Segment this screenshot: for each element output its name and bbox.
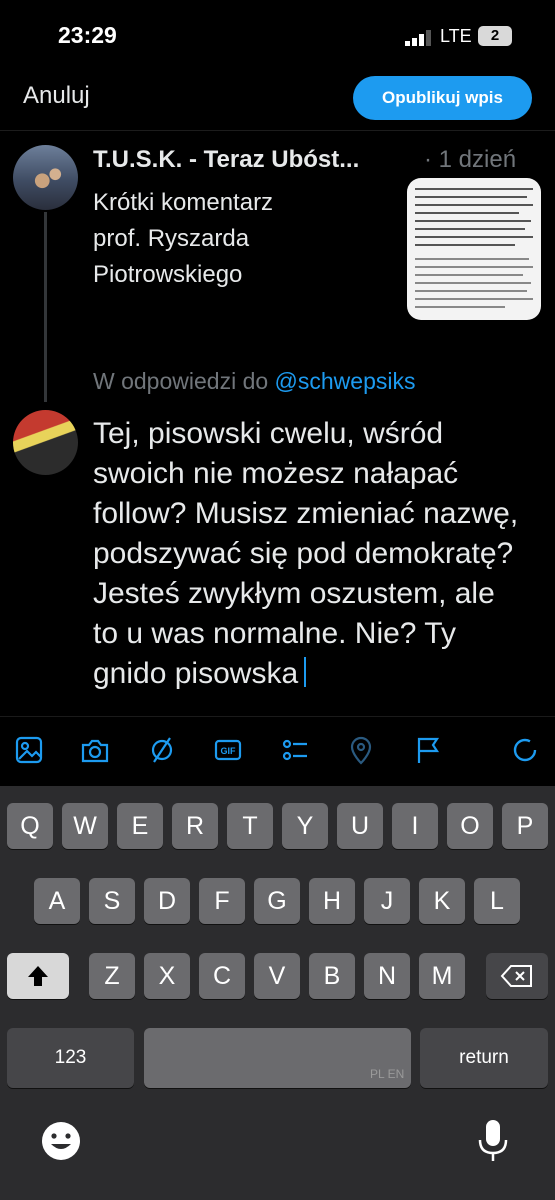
- emoji-icon[interactable]: [40, 1120, 82, 1162]
- avatar[interactable]: [13, 145, 78, 210]
- location-icon[interactable]: [346, 735, 376, 765]
- key-i[interactable]: I: [392, 803, 438, 849]
- tweet-image[interactable]: [407, 178, 541, 320]
- keyboard-language: PL EN: [370, 1067, 405, 1081]
- camera-icon[interactable]: [80, 735, 110, 765]
- text-cursor: [304, 657, 307, 687]
- key-j[interactable]: J: [364, 878, 410, 924]
- return-key[interactable]: return: [420, 1028, 548, 1088]
- key-c[interactable]: C: [199, 953, 245, 999]
- key-h[interactable]: H: [309, 878, 355, 924]
- key-d[interactable]: D: [144, 878, 190, 924]
- numbers-key[interactable]: 123: [7, 1028, 134, 1088]
- network-label: LTE: [440, 26, 472, 46]
- gif-search-icon[interactable]: [147, 735, 177, 765]
- key-g[interactable]: G: [254, 878, 300, 924]
- svg-text:GIF: GIF: [221, 746, 237, 756]
- key-k[interactable]: K: [419, 878, 465, 924]
- key-v[interactable]: V: [254, 953, 300, 999]
- compose-textarea[interactable]: Tej, pisowski cwelu, wśród swoich nie mo…: [93, 414, 523, 716]
- key-r[interactable]: R: [172, 803, 218, 849]
- publish-button[interactable]: Opublikuj wpis: [353, 76, 532, 120]
- key-b[interactable]: B: [309, 953, 355, 999]
- flag-icon[interactable]: [413, 735, 443, 765]
- key-p[interactable]: P: [502, 803, 548, 849]
- key-w[interactable]: W: [62, 803, 108, 849]
- backspace-icon: [500, 965, 532, 987]
- gif-icon[interactable]: GIF: [213, 735, 243, 765]
- key-x[interactable]: X: [144, 953, 190, 999]
- poll-icon[interactable]: [280, 735, 310, 765]
- key-n[interactable]: N: [364, 953, 410, 999]
- tweet-author[interactable]: T.U.S.K. - Teraz Ubóst...: [93, 146, 423, 174]
- tweet-text: Krótki komentarz prof. Ryszarda Piotrows…: [93, 189, 274, 288]
- key-z[interactable]: Z: [89, 953, 135, 999]
- status-time: 23:29: [58, 22, 117, 48]
- user-avatar[interactable]: [13, 410, 78, 475]
- image-icon[interactable]: [14, 735, 44, 765]
- key-u[interactable]: U: [337, 803, 383, 849]
- key-a[interactable]: A: [34, 878, 80, 924]
- key-y[interactable]: Y: [282, 803, 328, 849]
- signal-icon: [405, 30, 431, 46]
- progress-circle-icon: [513, 738, 537, 762]
- battery-level: 2: [490, 27, 500, 44]
- key-s[interactable]: S: [89, 878, 135, 924]
- key-q[interactable]: Q: [7, 803, 53, 849]
- reply-handle-link[interactable]: @schwepsiks: [275, 368, 416, 394]
- replying-prefix: W odpowiedzi do: [93, 368, 275, 394]
- microphone-icon[interactable]: [476, 1118, 510, 1164]
- tweet-time: · 1 dzień: [424, 146, 517, 173]
- key-e[interactable]: E: [117, 803, 163, 849]
- cancel-button[interactable]: Anuluj: [23, 82, 90, 110]
- key-l[interactable]: L: [474, 878, 520, 924]
- replying-to: W odpowiedzi do @schwepsiks: [93, 368, 416, 395]
- shift-icon: [28, 966, 48, 986]
- header-divider: [0, 130, 555, 131]
- shift-key[interactable]: [7, 953, 69, 999]
- thread-line: [44, 212, 47, 402]
- key-m[interactable]: M: [419, 953, 465, 999]
- compose-text: Tej, pisowski cwelu, wśród swoich nie mo…: [93, 417, 519, 690]
- key-t[interactable]: T: [227, 803, 273, 849]
- key-o[interactable]: O: [447, 803, 493, 849]
- key-f[interactable]: F: [199, 878, 245, 924]
- backspace-key[interactable]: [486, 953, 548, 999]
